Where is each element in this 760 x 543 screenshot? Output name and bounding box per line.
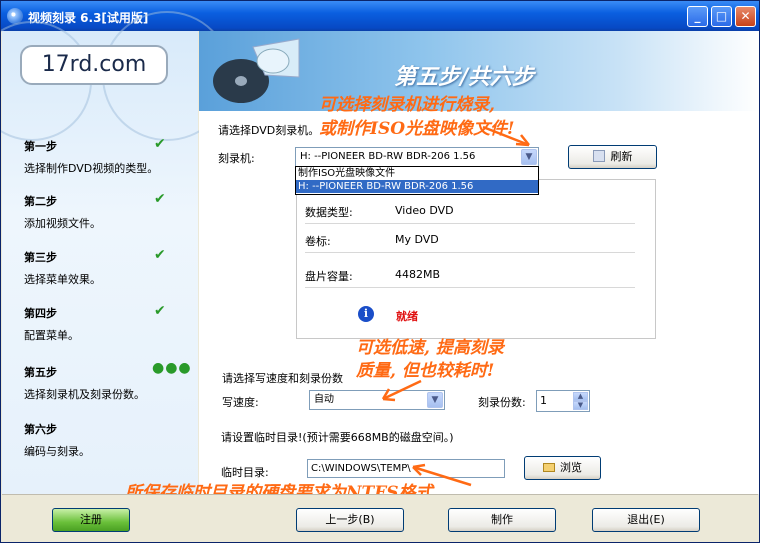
temp-prompt: 请设置临时目录!(预计需要668MB的磁盘空间。): [221, 431, 454, 444]
copies-stepper[interactable]: 1 ▲ ▼: [536, 390, 590, 412]
speed-label: 写速度:: [222, 396, 259, 409]
steps-sidebar: 17rd.com 第一步 选择制作DVD视频的类型。 ✔ 第二步 添加视频文件。…: [1, 11, 232, 494]
check-icon: ✔: [154, 247, 166, 263]
chevron-down-icon[interactable]: ▼: [521, 149, 537, 165]
burner-select[interactable]: H: --PIONEER BD-RW BDR-206 1.56 ▼: [295, 147, 539, 167]
divider: [305, 287, 635, 288]
annotation-speed-line1: 可选低速, 提高刻录: [356, 338, 504, 358]
footer-bar: 注册 上一步(B) 制作 退出(E): [2, 494, 758, 542]
divider: [305, 223, 635, 224]
refresh-label: 刷新: [610, 150, 633, 163]
step-desc: 编码与刻录。: [24, 445, 90, 458]
step-5: 第五步 选择刻录机及刻录份数。 ●●●: [24, 360, 194, 402]
disc-stack-icon: [213, 38, 300, 103]
capacity-label: 盘片容量:: [305, 270, 353, 283]
step-3: 第三步 选择菜单效果。 ✔: [24, 247, 194, 287]
copies-value: 1: [540, 394, 547, 407]
data-type-label: 数据类型:: [305, 206, 353, 219]
step-title: 第四步: [24, 307, 57, 320]
site-logo: 17rd.com: [20, 45, 168, 85]
stepper-down-icon[interactable]: ▼: [573, 401, 588, 410]
step-desc: 选择刻录机及刻录份数。: [24, 388, 145, 401]
disc-info-panel: 数据类型: Video DVD 卷标: My DVD 盘片容量: 4482MB …: [296, 179, 656, 339]
maximize-button[interactable]: □: [711, 6, 732, 27]
title-bar[interactable]: 视频刻录 6.3[试用版] _ □ ✕: [1, 1, 759, 31]
browse-button[interactable]: 浏览: [524, 456, 601, 480]
step-title-banner: 第五步/共六步: [394, 64, 535, 90]
refresh-button[interactable]: 刷新: [568, 145, 657, 169]
stepper-up-icon[interactable]: ▲: [573, 392, 588, 401]
check-icon: ✔: [154, 303, 166, 319]
step-title: 第二步: [24, 195, 57, 208]
step-title: 第三步: [24, 251, 57, 264]
make-button[interactable]: 制作: [448, 508, 556, 532]
status-text: 就绪: [396, 310, 418, 323]
annotation-speed-line2: 质量, 但也较耗时!: [356, 361, 495, 381]
burner-option-pioneer[interactable]: H: --PIONEER BD-RW BDR-206 1.56: [296, 180, 538, 193]
in-progress-icon: ●●●: [152, 360, 192, 376]
temp-dir-input[interactable]: C:\WINDOWS\TEMP\: [307, 459, 505, 478]
data-type-value: Video DVD: [395, 204, 454, 217]
step-desc: 选择制作DVD视频的类型。: [24, 162, 159, 175]
copies-label: 刻录份数:: [478, 396, 526, 409]
step-desc: 添加视频文件。: [24, 217, 101, 230]
app-window: 视频刻录 6.3[试用版] _ □ ✕ 17rd.com 第一步 选择制作DVD…: [0, 0, 760, 543]
browse-label: 浏览: [560, 461, 582, 474]
step-4: 第四步 配置菜单。 ✔: [24, 303, 194, 343]
prev-step-button[interactable]: 上一步(B): [296, 508, 404, 532]
burner-selected-value: H: --PIONEER BD-RW BDR-206 1.56: [300, 151, 476, 162]
register-button[interactable]: 注册: [52, 508, 130, 532]
annotation-burner-line1: 可选择刻录机进行烧录,: [319, 95, 495, 115]
annotation-burner-line2: 或制作ISO光盘映像文件!: [319, 119, 515, 139]
speed-select[interactable]: 自动 ▼: [309, 390, 445, 410]
refresh-icon: [592, 150, 605, 162]
step-desc: 配置菜单。: [24, 329, 79, 342]
burner-prompt: 请选择DVD刻录机。: [218, 124, 320, 137]
capacity-value: 4482MB: [395, 268, 441, 281]
step-title: 第一步: [24, 140, 57, 153]
folder-icon: [543, 463, 555, 472]
step-1: 第一步 选择制作DVD视频的类型。 ✔: [24, 136, 194, 176]
step-2: 第二步 添加视频文件。 ✔: [24, 191, 194, 231]
burner-option-iso[interactable]: 制作ISO光盘映像文件: [296, 167, 538, 180]
check-icon: ✔: [154, 136, 166, 152]
divider: [305, 252, 635, 253]
chevron-down-icon[interactable]: ▼: [427, 392, 443, 408]
check-icon: ✔: [154, 191, 166, 207]
exit-button[interactable]: 退出(E): [592, 508, 700, 532]
step-title: 第六步: [24, 423, 57, 436]
close-button[interactable]: ✕: [735, 6, 756, 27]
burner-dropdown-list[interactable]: 制作ISO光盘映像文件 H: --PIONEER BD-RW BDR-206 1…: [295, 166, 539, 195]
speed-prompt: 请选择写速度和刻录份数: [222, 372, 343, 385]
minimize-button[interactable]: _: [687, 6, 708, 27]
info-icon: i: [358, 306, 374, 322]
speed-selected-value: 自动: [314, 394, 334, 405]
volume-label: 卷标:: [305, 235, 331, 248]
temp-label: 临时目录:: [221, 466, 269, 479]
burner-label: 刻录机:: [218, 152, 255, 165]
step-6: 第六步 编码与刻录。: [24, 421, 194, 459]
step-desc: 选择菜单效果。: [24, 273, 101, 286]
volume-value: My DVD: [395, 233, 439, 246]
